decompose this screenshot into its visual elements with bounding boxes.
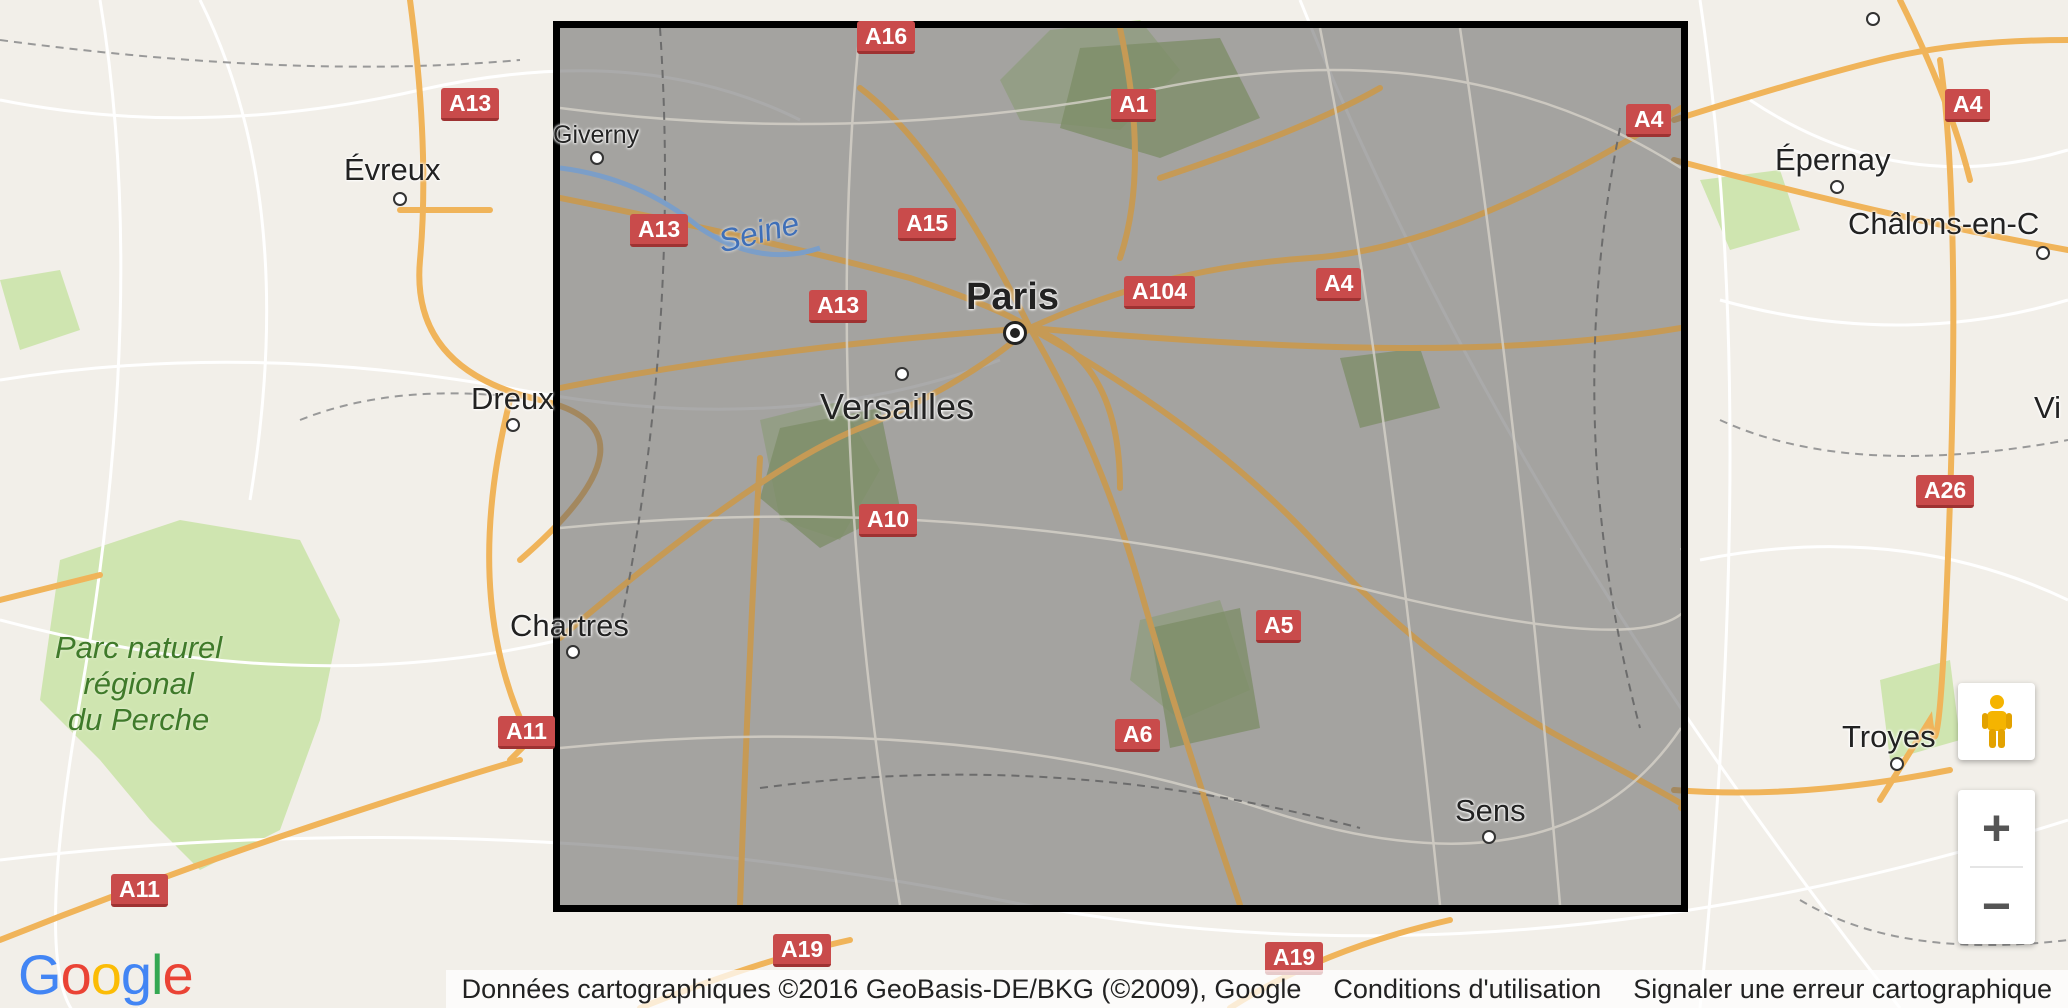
pegman-icon (1981, 694, 2012, 748)
terms-link[interactable]: Conditions d'utilisation (1317, 974, 1617, 1005)
report-error-link[interactable]: Signaler une erreur cartographique (1617, 974, 2068, 1005)
google-logo[interactable]: Google (18, 942, 194, 1007)
chartres-marker[interactable] (566, 645, 580, 659)
city-label-sens[interactable]: Sens (1455, 793, 1526, 829)
park-label-line3: du Perche (67, 702, 210, 737)
route-shield-a13-west: A13 (441, 88, 500, 121)
map-canvas[interactable]: A16 A13 A1 A4 A13 A15 A13 A104 A4 A10 A5… (0, 0, 2068, 1008)
evreux-marker[interactable] (393, 192, 407, 206)
city-label-giverny[interactable]: Giverny (553, 121, 639, 150)
map-data-credit: Données cartographiques ©2016 GeoBasis-D… (461, 973, 1302, 1004)
city-label-paris[interactable]: Paris (966, 276, 1059, 319)
paris-marker[interactable] (1003, 321, 1027, 345)
park-label: Parc naturel régional du Perche (55, 630, 222, 738)
city-label-epernay[interactable]: Épernay (1775, 142, 1890, 178)
route-shield-a13: A13 (630, 214, 689, 247)
route-shield-a4: A4 (1316, 268, 1362, 301)
route-shield-a16: A16 (857, 21, 916, 54)
park-label-line2: régional (83, 666, 194, 701)
route-shield-a1: A1 (1111, 89, 1157, 122)
dreux-marker[interactable] (506, 418, 520, 432)
chalons-marker[interactable] (2036, 246, 2050, 260)
city-label-chartres[interactable]: Chartres (510, 608, 629, 644)
street-view-pegman-button[interactable] (1958, 683, 2035, 760)
selection-rectangle[interactable] (553, 21, 1688, 912)
city-label-vi[interactable]: Vi (2034, 390, 2061, 426)
route-shield-a104: A104 (1124, 276, 1195, 309)
route-shield-a4-east: A4 (1626, 104, 1672, 137)
giverny-marker[interactable] (590, 151, 604, 165)
city-label-evreux[interactable]: Évreux (344, 152, 440, 188)
route-shield-a13-south: A13 (809, 290, 868, 323)
route-shield-a19: A19 (773, 934, 832, 967)
route-shield-a6: A6 (1115, 719, 1161, 752)
map-attribution-bar: Données cartographiques ©2016 GeoBasis-D… (445, 970, 2068, 1008)
city-label-troyes[interactable]: Troyes (1842, 719, 1936, 755)
zoom-control: + − (1958, 790, 2035, 944)
route-shield-a10: A10 (859, 504, 918, 537)
troyes-marker[interactable] (1890, 757, 1904, 771)
zoom-out-button[interactable]: − (1958, 868, 2035, 944)
route-shield-a4-far: A4 (1945, 89, 1991, 122)
route-shield-a5: A5 (1256, 610, 1302, 643)
route-shield-a15: A15 (898, 208, 957, 241)
epernay-marker[interactable] (1830, 180, 1844, 194)
sens-marker[interactable] (1482, 830, 1496, 844)
city-label-chalons[interactable]: Châlons-en-C (1848, 206, 2039, 242)
overlay-roads (560, 28, 1681, 905)
city-label-versailles[interactable]: Versailles (820, 386, 974, 428)
park-label-line1: Parc naturel (55, 630, 223, 665)
route-shield-a11: A11 (498, 716, 555, 749)
route-shield-a11-south: A11 (111, 874, 168, 907)
reims-marker[interactable] (1866, 12, 1880, 26)
route-shield-a26: A26 (1916, 475, 1975, 508)
city-label-dreux[interactable]: Dreux (471, 381, 554, 417)
zoom-in-button[interactable]: + (1958, 790, 2035, 866)
versailles-marker[interactable] (895, 367, 909, 381)
